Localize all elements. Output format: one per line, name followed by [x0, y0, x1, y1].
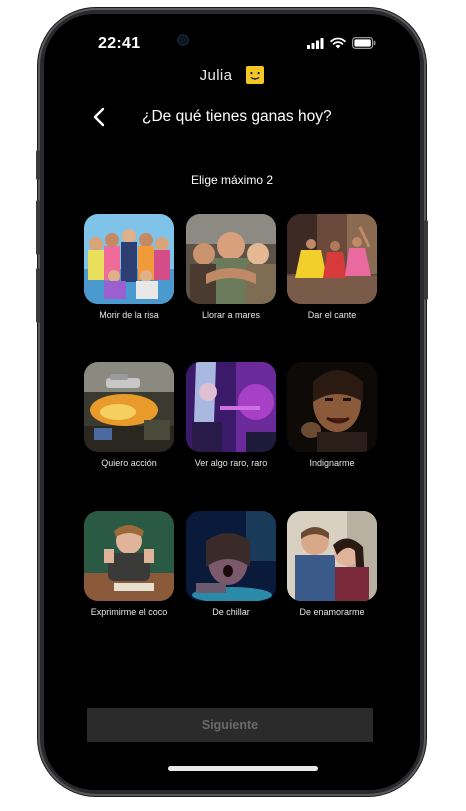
battery-icon — [352, 37, 376, 49]
status-time: 22:41 — [98, 35, 141, 52]
profile-name: Julia — [199, 66, 233, 84]
cellular-signal-icon — [307, 37, 324, 49]
mood-label: Indignarme — [309, 458, 355, 468]
volume-down-button — [36, 268, 40, 323]
mystery-poster-image — [84, 511, 174, 601]
mood-tile-ver-algo-raro[interactable] — [186, 362, 276, 452]
action-poster-image — [84, 362, 174, 452]
wifi-icon — [330, 37, 346, 49]
app-screen: 22:41 Julia ¿De qué tienes ganas hoy? El… — [44, 14, 420, 790]
page-title: ¿De qué tienes ganas hoy? — [142, 108, 332, 125]
mood-label: Dar el cante — [307, 310, 357, 320]
status-icons — [307, 37, 376, 49]
power-button — [424, 220, 428, 300]
mood-tile-indignarme[interactable] — [287, 362, 377, 452]
scifi-poster-image — [186, 362, 276, 452]
romance-poster-image — [287, 511, 377, 601]
mood-tile-de-chillar[interactable] — [186, 511, 276, 601]
mood-tile-quiero-accion[interactable] — [84, 362, 174, 452]
profile-switcher[interactable]: Julia — [44, 66, 420, 84]
mute-switch — [36, 150, 40, 180]
selection-hint: Elige máximo 2 — [190, 173, 274, 187]
mood-label: De enamorarme — [299, 607, 365, 617]
drama-poster-image — [186, 214, 276, 304]
smiley-face-icon — [250, 72, 260, 80]
mood-tile-llorar-a-mares[interactable] — [186, 214, 276, 304]
mood-tile-dar-el-cante[interactable] — [287, 214, 377, 304]
thriller-poster-image — [287, 362, 377, 452]
front-camera — [177, 34, 189, 46]
mood-tile-morir-de-la-risa[interactable] — [84, 214, 174, 304]
home-indicator[interactable] — [168, 766, 318, 771]
next-button[interactable]: Siguiente — [87, 708, 373, 742]
back-arrow-icon[interactable] — [90, 106, 110, 128]
comedy-poster-image — [84, 214, 174, 304]
page-header: ¿De qué tienes ganas hoy? — [44, 104, 420, 130]
profile-avatar — [246, 66, 265, 84]
volume-up-button — [36, 200, 40, 255]
mood-tile-exprimirme-el-coco[interactable] — [84, 511, 174, 601]
mood-tile-de-enamorarme[interactable] — [287, 511, 377, 601]
musical-poster-image — [287, 214, 377, 304]
horror-poster-image — [186, 511, 276, 601]
